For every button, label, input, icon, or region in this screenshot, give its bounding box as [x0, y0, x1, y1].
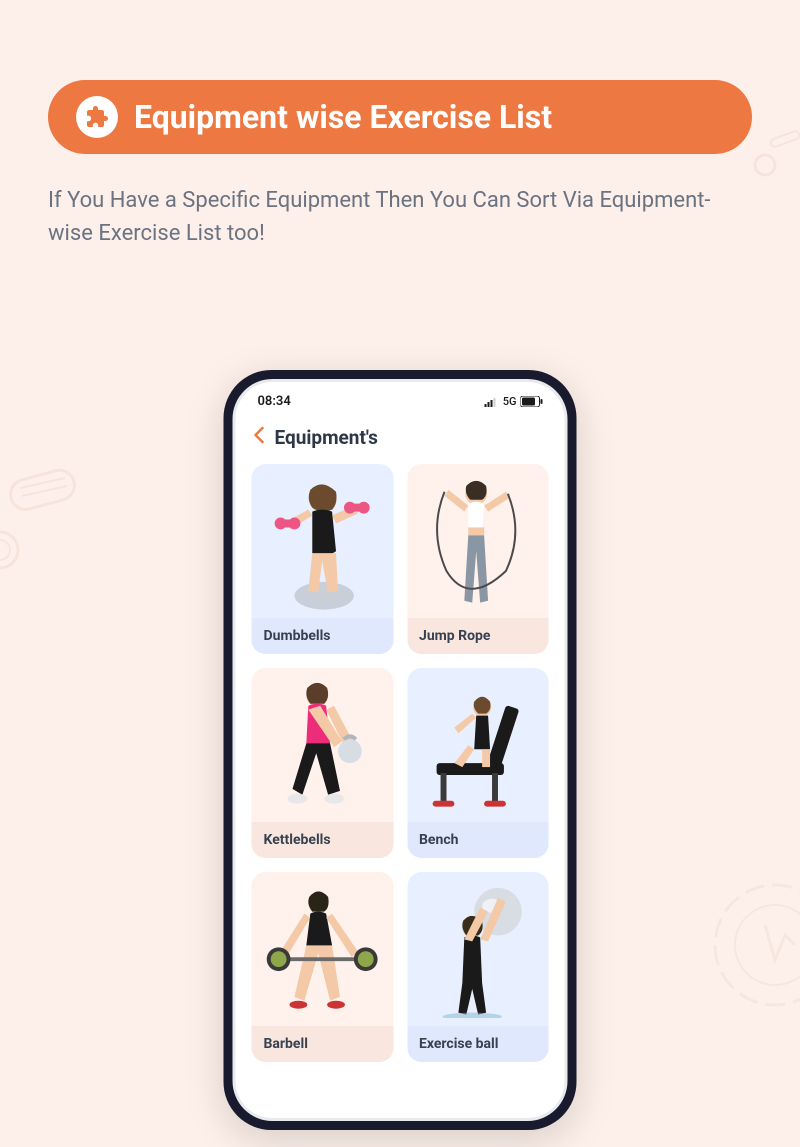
phone-screen: 08:34 5G Equipment's: [236, 382, 565, 1118]
equipment-card-exercise-ball[interactable]: Exercise ball: [407, 872, 549, 1062]
bg-decoration-icon: [700, 870, 800, 1020]
puzzle-icon: [76, 96, 118, 138]
status-network: 5G: [503, 395, 517, 408]
equipment-label: Jump Rope: [407, 618, 549, 654]
equipment-card-bench[interactable]: Bench: [407, 668, 549, 858]
app-screen-title: Equipment's: [275, 426, 378, 449]
equipment-label: Kettlebells: [252, 822, 394, 858]
equipment-image: [407, 464, 549, 618]
equipment-image: [407, 872, 549, 1026]
status-bar: 08:34 5G: [236, 382, 565, 415]
bg-decoration-icon: [0, 460, 90, 580]
status-time: 08:34: [258, 394, 291, 409]
page-header-pill: Equipment wise Exercise List: [48, 80, 752, 154]
equipment-image: [252, 464, 394, 618]
equipment-card-kettlebells[interactable]: Kettlebells: [252, 668, 394, 858]
battery-icon: [521, 396, 543, 407]
status-indicators: 5G: [485, 395, 543, 408]
page-title: Equipment wise Exercise List: [134, 98, 552, 136]
equipment-label: Barbell: [252, 1026, 394, 1062]
equipment-card-barbell[interactable]: Barbell: [252, 872, 394, 1062]
page-subtitle: If You Have a Specific Equipment Then Yo…: [48, 184, 752, 250]
equipment-label: Exercise ball: [407, 1026, 549, 1062]
bg-decoration-icon: [750, 125, 800, 185]
equipment-image: [407, 668, 549, 822]
equipment-grid: Dumbbells: [236, 464, 565, 1062]
signal-icon: [485, 397, 499, 407]
equipment-card-dumbbells[interactable]: Dumbbells: [252, 464, 394, 654]
equipment-card-jump-rope[interactable]: Jump Rope: [407, 464, 549, 654]
equipment-label: Bench: [407, 822, 549, 858]
equipment-label: Dumbbells: [252, 618, 394, 654]
app-header: Equipment's: [236, 415, 565, 464]
equipment-image: [252, 872, 394, 1026]
equipment-image: [252, 668, 394, 822]
back-chevron-icon[interactable]: [254, 425, 265, 450]
phone-mockup-frame: 08:34 5G Equipment's: [224, 370, 577, 1130]
